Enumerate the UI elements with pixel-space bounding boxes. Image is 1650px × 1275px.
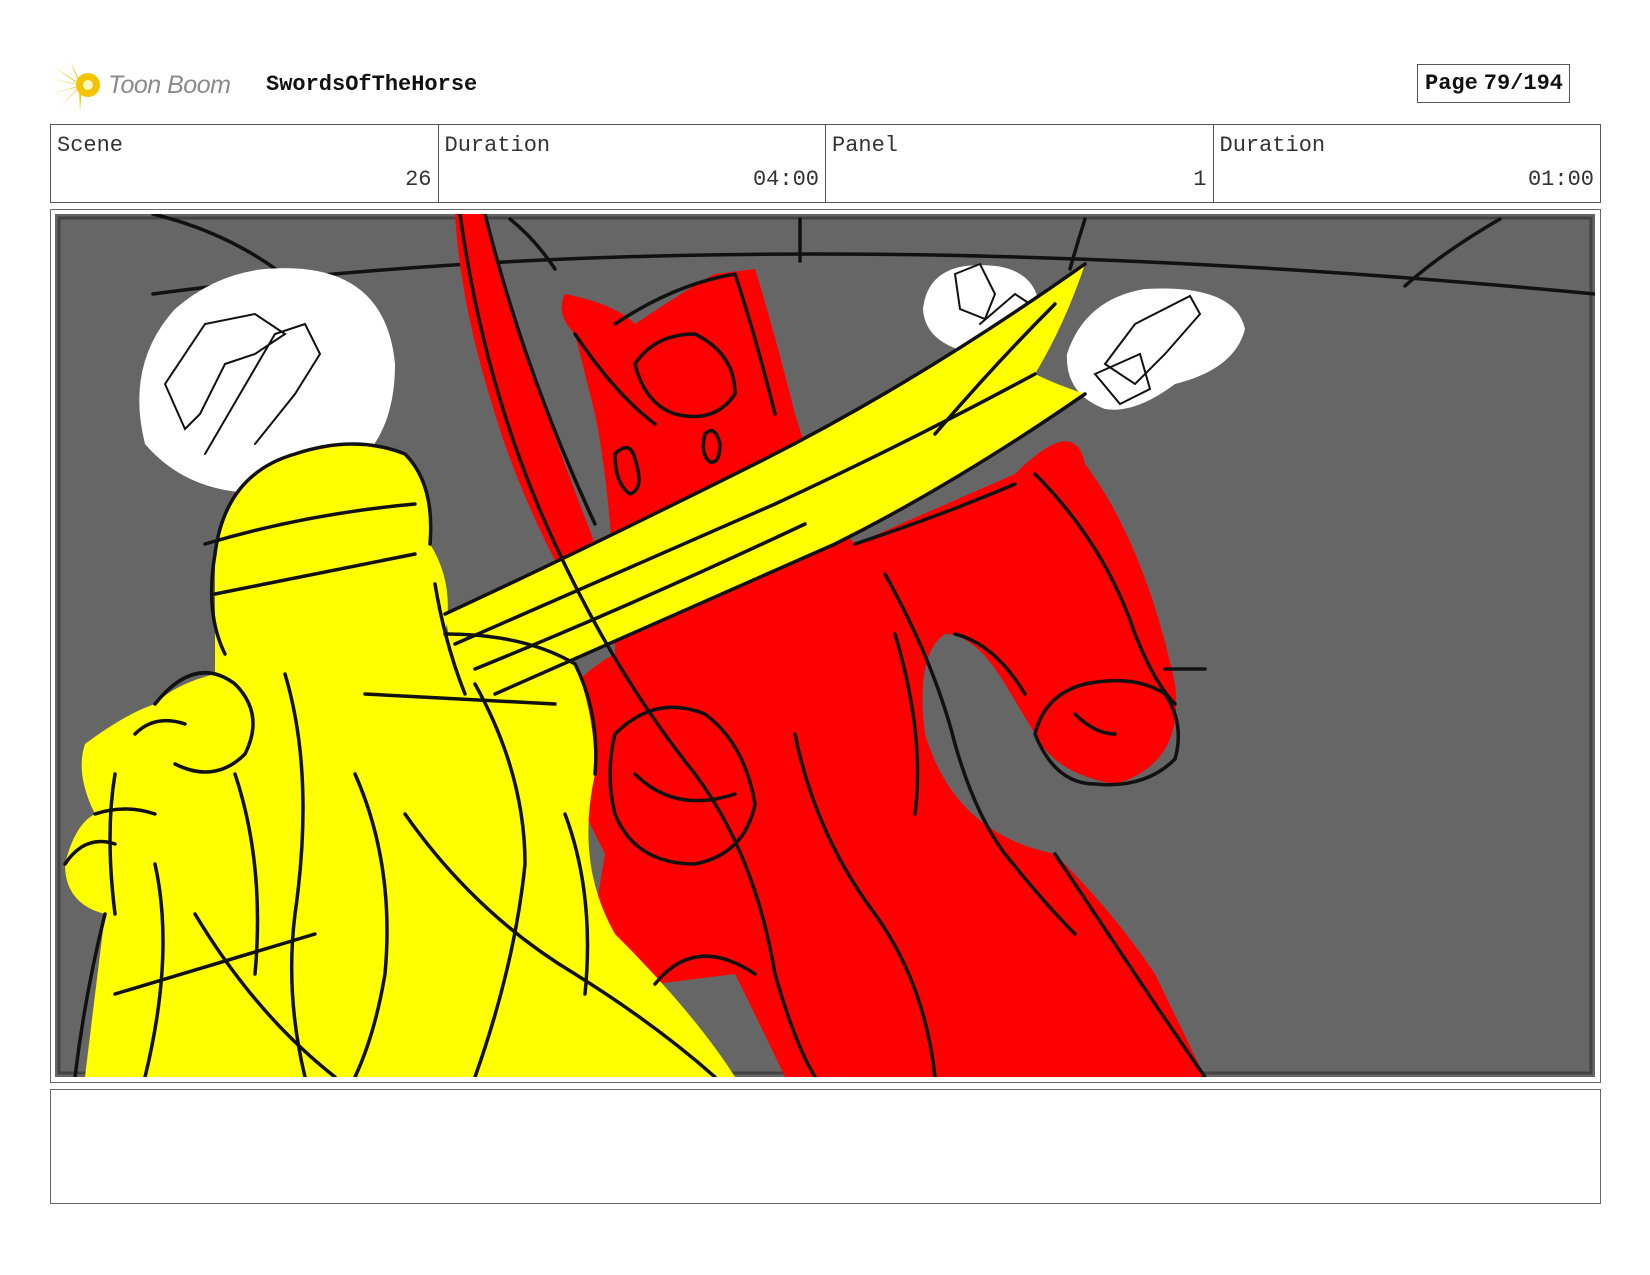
scene-label: Scene <box>57 133 124 158</box>
panel-duration-label: Duration <box>1219 133 1326 158</box>
storyboard-panel <box>50 209 1601 1083</box>
page-indicator: Page 79/194 <box>1417 64 1570 103</box>
scene-duration-cell: Duration 04:00 <box>439 125 826 202</box>
panel-cell: Panel 1 <box>826 125 1214 202</box>
logo-wordmark: Toon Boom <box>108 70 231 99</box>
panel-value: 1 <box>1193 167 1207 192</box>
scene-value: 26 <box>405 167 432 192</box>
toon-boom-starburst-icon <box>52 61 100 111</box>
panel-sketch-image <box>55 214 1595 1077</box>
panel-duration-value: 01:00 <box>1527 167 1594 192</box>
scene-duration-label: Duration <box>444 133 551 158</box>
panel-label: Panel <box>832 133 899 158</box>
toon-boom-logo: Toon Boom <box>52 56 231 114</box>
panel-notes-box <box>50 1089 1601 1204</box>
scene-duration-value: 04:00 <box>752 167 819 192</box>
panel-duration-cell: Duration 01:00 <box>1214 125 1601 202</box>
page-number: 79/194 <box>1483 71 1563 96</box>
panel-info-row: Scene 26 Duration 04:00 Panel 1 Duration… <box>50 124 1601 203</box>
scene-cell: Scene 26 <box>51 125 439 202</box>
project-title: SwordsOfTheHorse <box>266 72 478 97</box>
page-label: Page <box>1425 71 1478 96</box>
